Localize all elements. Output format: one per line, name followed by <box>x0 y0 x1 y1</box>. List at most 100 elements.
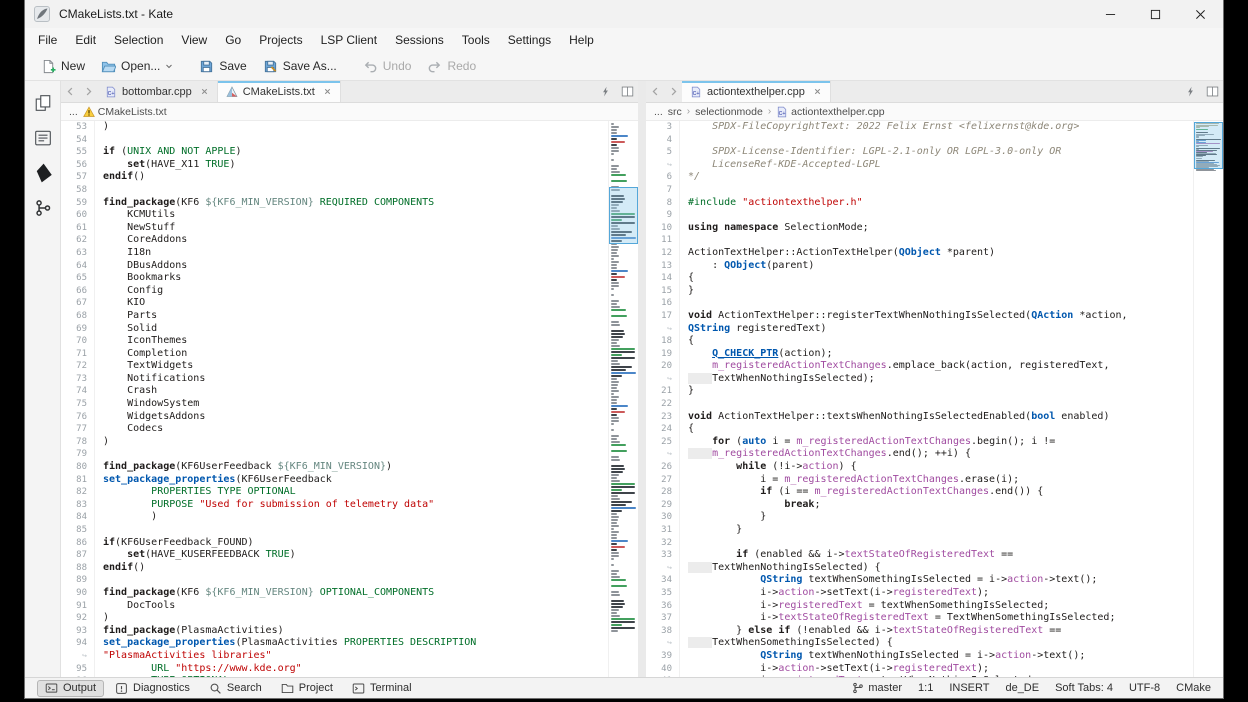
toolbar-save-button[interactable]: Save <box>191 55 254 78</box>
code-line[interactable]: 7 <box>646 184 1193 197</box>
code-line[interactable]: 5 SPDX-License-Identifier: LGPL-2.1-only… <box>646 146 1193 159</box>
code-line[interactable]: 14{ <box>646 272 1193 285</box>
menu-sessions[interactable]: Sessions <box>386 29 453 51</box>
statusbar-master-item[interactable]: master <box>852 682 902 694</box>
nav-forward-button[interactable] <box>664 81 682 102</box>
code-line[interactable]: 88endif() <box>61 562 608 575</box>
statusbar-search-button[interactable]: Search <box>201 680 270 697</box>
statusbar-cmake-item[interactable]: CMake <box>1176 682 1211 694</box>
code-line[interactable]: 13 : QObject(parent) <box>646 260 1193 273</box>
code-line[interactable]: 23void ActionTextHelper::textsWhenNothin… <box>646 411 1193 424</box>
code-line[interactable]: 34 QString textWhenSomethingIsSelected =… <box>646 574 1193 587</box>
code-line[interactable]: 94set_package_properties(PlasmaActivitie… <box>61 637 608 650</box>
code-line[interactable]: 8#include "actiontexthelper.h" <box>646 197 1193 210</box>
code-line[interactable]: 70 IconThemes <box>61 335 608 348</box>
tab-close-icon[interactable] <box>813 87 822 96</box>
code-line[interactable]: 78) <box>61 436 608 449</box>
quick-open-button[interactable] <box>1179 81 1201 102</box>
code-line[interactable]: 55if (UNIX AND NOT APPLE) <box>61 146 608 159</box>
statusbar-diagnostics-button[interactable]: Diagnostics <box>107 680 198 697</box>
code-line[interactable]: 15} <box>646 285 1193 298</box>
minimap[interactable] <box>1193 121 1223 677</box>
sidebar-project-button[interactable] <box>30 160 56 186</box>
breadcrumb-item-src[interactable]: src <box>668 106 682 118</box>
code-line[interactable]: 84 ) <box>61 511 608 524</box>
code-line[interactable]: 72 TextWidgets <box>61 360 608 373</box>
code-line[interactable]: 74 Crash <box>61 385 608 398</box>
code-line[interactable]: 35 i->action->setText(i->registeredText)… <box>646 587 1193 600</box>
code-line[interactable]: 30 } <box>646 511 1193 524</box>
code-line[interactable]: 11 <box>646 234 1193 247</box>
breadcrumb-item-cmakelists-txt[interactable]: CMakeLists.txt <box>83 106 167 118</box>
code-line[interactable]: 17void ActionTextHelper::registerTextWhe… <box>646 310 1193 323</box>
tab-close-icon[interactable] <box>200 87 209 96</box>
tab-cmakelists-txt[interactable]: CMakeLists.txt <box>218 81 341 102</box>
code-line[interactable]: 91 DocTools <box>61 600 608 613</box>
toolbar-open-button[interactable]: Open... <box>93 55 181 78</box>
toolbar-save-as-button[interactable]: Save As... <box>255 55 345 78</box>
breadcrumb-item-selectionmode[interactable]: selectionmode <box>695 106 763 118</box>
code-line[interactable]: 22 <box>646 398 1193 411</box>
statusbar-output-button[interactable]: Output <box>37 680 104 697</box>
statusbar-project-button[interactable]: Project <box>273 680 341 697</box>
code-line[interactable]: 33 if (enabled && i->textStateOfRegister… <box>646 549 1193 562</box>
code-line[interactable]: 64 DBusAddons <box>61 260 608 273</box>
code-line[interactable]: 77 Codecs <box>61 423 608 436</box>
sidebar-outline-button[interactable] <box>30 125 56 151</box>
code-line[interactable]: 16 <box>646 297 1193 310</box>
code-line[interactable]: 3 SPDX-FileCopyrightText: 2022 Felix Ern… <box>646 121 1193 134</box>
minimize-button[interactable] <box>1088 0 1133 28</box>
code-line[interactable]: 87 set(HAVE_KUSERFEEDBACK TRUE) <box>61 549 608 562</box>
statusbar-terminal-button[interactable]: Terminal <box>344 680 420 697</box>
code-line[interactable]: 95 URL "https://www.kde.org" <box>61 663 608 676</box>
code-line[interactable]: 38 } else if (!enabled && i->textStateOf… <box>646 625 1193 638</box>
code-line[interactable]: 92) <box>61 612 608 625</box>
code-line[interactable]: 39 QString textWhenNothingIsSelected = i… <box>646 650 1193 663</box>
toolbar-redo-button[interactable]: Redo <box>419 55 484 78</box>
minimap-viewport[interactable] <box>1194 122 1223 169</box>
code-line[interactable]: 56 set(HAVE_X11 TRUE) <box>61 159 608 172</box>
nav-back-button[interactable] <box>646 81 664 102</box>
menu-edit[interactable]: Edit <box>66 29 105 51</box>
code-line[interactable]: 80find_package(KF6UserFeedback ${KF6_MIN… <box>61 461 608 474</box>
close-button[interactable] <box>1178 0 1223 28</box>
code-line[interactable]: 73 Notifications <box>61 373 608 386</box>
code-line[interactable]: 20 m_registeredActionTextChanges.emplace… <box>646 360 1193 373</box>
code-line[interactable]: 85 <box>61 524 608 537</box>
quick-open-button[interactable] <box>594 81 616 102</box>
code-line[interactable]: 57endif() <box>61 171 608 184</box>
code-line[interactable]: ↪ LicenseRef-KDE-Accepted-LGPL <box>646 159 1193 172</box>
code-line[interactable]: 75 WindowSystem <box>61 398 608 411</box>
code-line[interactable]: 82 PROPERTIES TYPE OPTIONAL <box>61 486 608 499</box>
code-line[interactable]: 19 Q_CHECK_PTR(action); <box>646 348 1193 361</box>
code-line[interactable]: 27 i = m_registeredActionTextChanges.era… <box>646 474 1193 487</box>
code-line[interactable]: 71 Completion <box>61 348 608 361</box>
menu-view[interactable]: View <box>172 29 216 51</box>
menu-lsp-client[interactable]: LSP Client <box>312 29 386 51</box>
code-line[interactable]: 31 } <box>646 524 1193 537</box>
sidebar-symbols-button[interactable] <box>30 195 56 221</box>
statusbar-soft-tabs-4-item[interactable]: Soft Tabs: 4 <box>1055 682 1113 694</box>
code-line[interactable]: 53) <box>61 121 608 134</box>
code-line[interactable]: 54 <box>61 134 608 147</box>
statusbar-de-de-item[interactable]: de_DE <box>1005 682 1039 694</box>
code-line[interactable]: 60 KCMUtils <box>61 209 608 222</box>
code-line[interactable]: ↪ TextWhenNothingIsSelected) { <box>646 562 1193 575</box>
code-line[interactable]: ↪ TextWhenNothingIsSelected); <box>646 373 1193 386</box>
code-line[interactable]: 93find_package(PlasmaActivities) <box>61 625 608 638</box>
code-line[interactable]: 58 <box>61 184 608 197</box>
code-line[interactable]: 26 while (!i->action) { <box>646 461 1193 474</box>
tab-bottombar-cpp[interactable]: C+bottombar.cpp <box>97 81 218 102</box>
sidebar-documents-button[interactable] <box>30 90 56 116</box>
menu-file[interactable]: File <box>29 29 66 51</box>
code-line[interactable]: ↪"PlasmaActivities libraries" <box>61 650 608 663</box>
code-line[interactable]: 69 Solid <box>61 323 608 336</box>
breadcrumb-overflow-button[interactable]: ... <box>654 106 663 118</box>
code-line[interactable]: 65 Bookmarks <box>61 272 608 285</box>
code-line[interactable]: 32 <box>646 537 1193 550</box>
maximize-button[interactable] <box>1133 0 1178 28</box>
code-line[interactable]: 89 <box>61 574 608 587</box>
code-line[interactable]: 68 Parts <box>61 310 608 323</box>
split-view-button[interactable] <box>1201 81 1223 102</box>
code-line[interactable]: 67 KIO <box>61 297 608 310</box>
